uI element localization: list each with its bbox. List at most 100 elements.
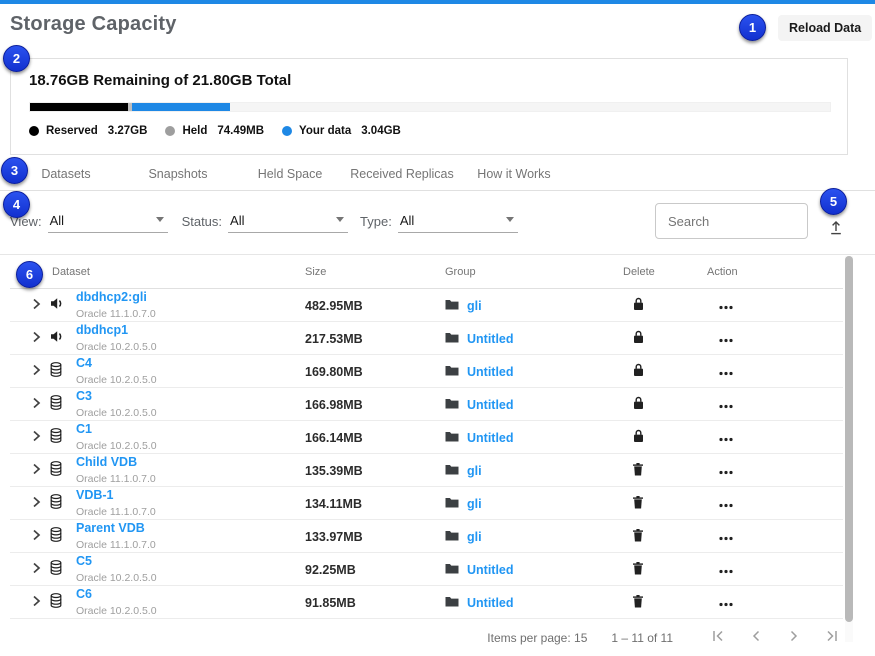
group-cell: gli	[445, 495, 623, 513]
column-header-size[interactable]: Size	[305, 266, 445, 278]
dataset-name-link[interactable]: dbdhcp1	[76, 323, 305, 337]
row-actions-button[interactable]	[717, 527, 735, 546]
items-per-page-value[interactable]: 15	[574, 631, 587, 645]
group-link[interactable]: Untitled	[467, 431, 514, 445]
first-page-button[interactable]	[711, 629, 725, 646]
row-actions-button[interactable]	[717, 329, 735, 348]
last-page-button[interactable]	[825, 629, 839, 646]
dataset-version: Oracle 11.1.0.7.0	[76, 308, 156, 320]
search-input[interactable]	[655, 203, 808, 239]
row-actions-button[interactable]	[717, 494, 735, 513]
row-actions-button[interactable]	[717, 296, 735, 315]
row-actions-button[interactable]	[717, 428, 735, 447]
expand-row-button[interactable]	[30, 560, 50, 579]
folder-icon	[445, 528, 459, 546]
dsource-icon	[50, 330, 65, 347]
dataset-version: Oracle 10.2.0.5.0	[76, 407, 157, 419]
row-actions-button[interactable]	[717, 593, 735, 612]
dataset-name-link[interactable]: C4	[76, 356, 305, 370]
delete-cell	[623, 361, 707, 382]
group-link[interactable]: Untitled	[467, 332, 514, 346]
delete-button[interactable]	[631, 527, 645, 547]
expand-row-button[interactable]	[30, 428, 50, 447]
delete-button[interactable]	[631, 427, 646, 448]
group-link[interactable]: gli	[467, 299, 482, 313]
folder-icon	[445, 396, 459, 414]
table-row: C1 Oracle 10.2.0.5.0 166.14MB Untitled	[10, 421, 843, 454]
delete-button[interactable]	[631, 394, 646, 415]
delete-button[interactable]	[631, 328, 646, 349]
dataset-name-link[interactable]: Parent VDB	[76, 521, 305, 535]
row-actions-button[interactable]	[717, 362, 735, 381]
type-filter-select[interactable]: All	[398, 213, 518, 233]
dataset-name-cell: Parent VDB Oracle 11.1.0.7.0	[76, 520, 305, 554]
dataset-name-link[interactable]: VDB-1	[76, 488, 305, 502]
legend-label: Your data	[299, 125, 351, 137]
dataset-type-cell	[50, 560, 76, 580]
storage-capacity-page: { "app": { "title": "Storage Capacity", …	[0, 0, 875, 656]
group-link[interactable]: Untitled	[467, 563, 514, 577]
dataset-type-cell	[50, 461, 76, 481]
delete-button[interactable]	[631, 494, 645, 514]
row-actions-button[interactable]	[717, 560, 735, 579]
view-filter-select[interactable]: All	[48, 213, 168, 233]
delete-button[interactable]	[631, 593, 645, 613]
delete-button[interactable]	[631, 361, 646, 382]
column-header-action: Action	[707, 266, 843, 278]
delete-button[interactable]	[631, 461, 645, 481]
expand-row-button[interactable]	[30, 296, 50, 315]
tab-how-it-works[interactable]: How it Works	[458, 167, 570, 181]
expand-row-button[interactable]	[30, 527, 50, 546]
export-button[interactable]	[827, 217, 845, 240]
group-link[interactable]: gli	[467, 530, 482, 544]
trash-icon	[633, 496, 643, 512]
free-bar-segment	[230, 103, 830, 111]
column-header-group[interactable]: Group	[445, 266, 623, 278]
group-cell: gli	[445, 528, 623, 546]
group-link[interactable]: Untitled	[467, 365, 514, 379]
reload-data-button[interactable]: Reload Data	[778, 15, 872, 41]
expand-row-button[interactable]	[30, 494, 50, 513]
delete-button[interactable]	[631, 560, 645, 580]
row-actions-button[interactable]	[717, 461, 735, 480]
next-page-button[interactable]	[787, 629, 801, 646]
group-link[interactable]: Untitled	[467, 596, 514, 610]
lock-icon	[633, 396, 644, 413]
expand-row-button[interactable]	[30, 329, 50, 348]
delete-button[interactable]	[631, 295, 646, 316]
tab-held-space[interactable]: Held Space	[234, 167, 346, 181]
dataset-name-link[interactable]: dbdhcp2:gli	[76, 290, 305, 304]
group-link[interactable]: Untitled	[467, 398, 514, 412]
more-options-icon	[719, 562, 733, 577]
expand-row-button[interactable]	[30, 593, 50, 612]
expand-row-button[interactable]	[30, 395, 50, 414]
scrollbar-thumb[interactable]	[845, 256, 853, 622]
expand-row-button[interactable]	[30, 362, 50, 381]
lock-icon	[633, 330, 644, 347]
row-actions-button[interactable]	[717, 395, 735, 414]
dataset-name-link[interactable]: C3	[76, 389, 305, 403]
dataset-name-link[interactable]: C5	[76, 554, 305, 568]
group-link[interactable]: gli	[467, 497, 482, 511]
callout-2: 2	[3, 45, 30, 72]
column-header-dataset[interactable]: Dataset	[52, 266, 305, 278]
tab-received-replicas[interactable]: Received Replicas	[346, 167, 458, 181]
group-cell: gli	[445, 462, 623, 480]
status-filter-select[interactable]: All	[228, 213, 348, 233]
action-cell	[707, 461, 843, 480]
dataset-name-link[interactable]: Child VDB	[76, 455, 305, 469]
capacity-bar	[29, 102, 831, 112]
table-body: dbdhcp2:gli Oracle 11.1.0.7.0 482.95MB g…	[10, 289, 843, 619]
dataset-size: 91.85MB	[305, 596, 445, 610]
dataset-name-link[interactable]: C1	[76, 422, 305, 436]
group-link[interactable]: gli	[467, 464, 482, 478]
delete-cell	[623, 494, 707, 514]
action-cell	[707, 329, 843, 348]
tab-snapshots[interactable]: Snapshots	[122, 167, 234, 181]
expand-row-button[interactable]	[30, 461, 50, 480]
dataset-name-link[interactable]: C6	[76, 587, 305, 601]
legend-dot	[282, 126, 292, 136]
table-row: dbdhcp1 Oracle 10.2.0.5.0 217.53MB Untit…	[10, 322, 843, 355]
vdb-icon	[50, 496, 62, 513]
previous-page-button[interactable]	[749, 629, 763, 646]
